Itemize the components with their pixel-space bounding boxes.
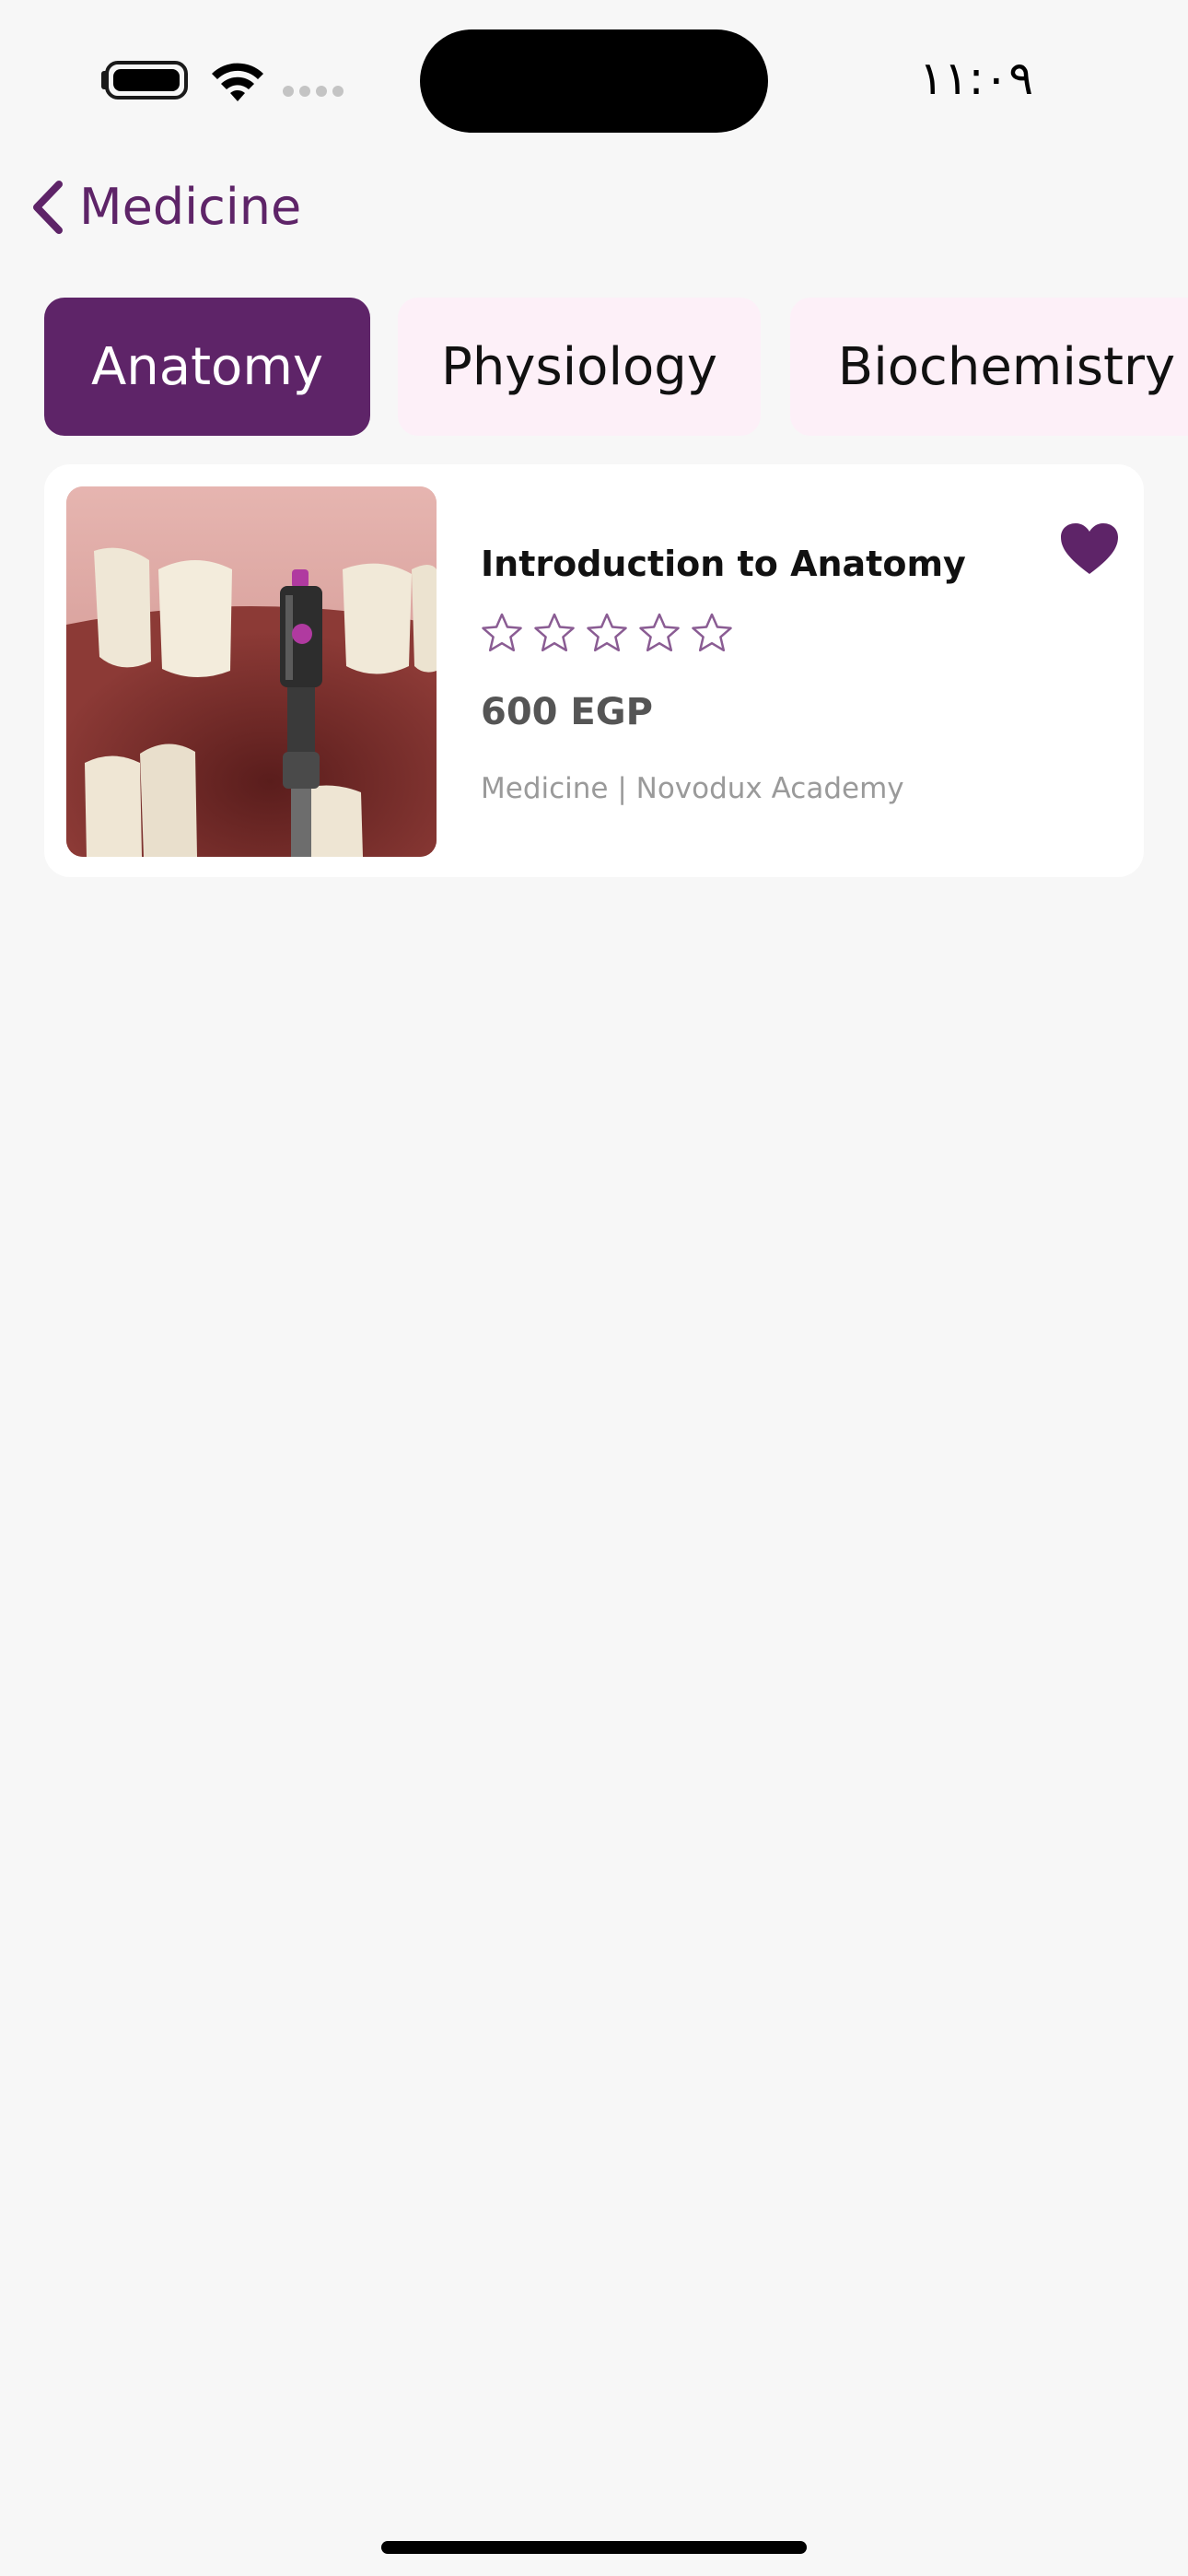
star-icon bbox=[587, 613, 627, 652]
course-meta: Medicine | Novodux Academy bbox=[481, 772, 904, 805]
dental-implant-photo bbox=[66, 486, 437, 857]
tab-biochemistry[interactable]: Biochemistry bbox=[790, 298, 1188, 436]
course-card[interactable]: Introduction to Anatomy 600 EGP Medicine… bbox=[44, 464, 1144, 877]
battery-icon bbox=[105, 61, 188, 100]
back-title: Medicine bbox=[79, 178, 302, 236]
star-icon bbox=[482, 613, 522, 652]
course-price: 600 EGP bbox=[481, 691, 653, 733]
status-bar: ١١:٠٩ bbox=[0, 0, 1188, 157]
category-tabs: Anatomy Physiology Biochemistry bbox=[44, 298, 1188, 436]
back-button[interactable]: Medicine bbox=[28, 175, 301, 240]
cellular-signal-icon bbox=[283, 86, 344, 97]
chevron-left-icon bbox=[33, 181, 63, 234]
course-thumbnail bbox=[66, 486, 437, 857]
rating-stars bbox=[481, 612, 733, 654]
home-indicator[interactable] bbox=[381, 2541, 807, 2554]
wifi-icon bbox=[212, 63, 263, 101]
star-icon bbox=[639, 613, 680, 652]
dynamic-island bbox=[420, 29, 768, 133]
star-icon bbox=[534, 613, 575, 652]
status-time: ١١:٠٩ bbox=[918, 52, 1034, 105]
heart-icon[interactable] bbox=[1059, 521, 1120, 577]
tab-physiology[interactable]: Physiology bbox=[398, 298, 761, 436]
star-icon bbox=[692, 613, 732, 652]
tab-anatomy[interactable]: Anatomy bbox=[44, 298, 370, 436]
course-title: Introduction to Anatomy bbox=[481, 544, 966, 584]
